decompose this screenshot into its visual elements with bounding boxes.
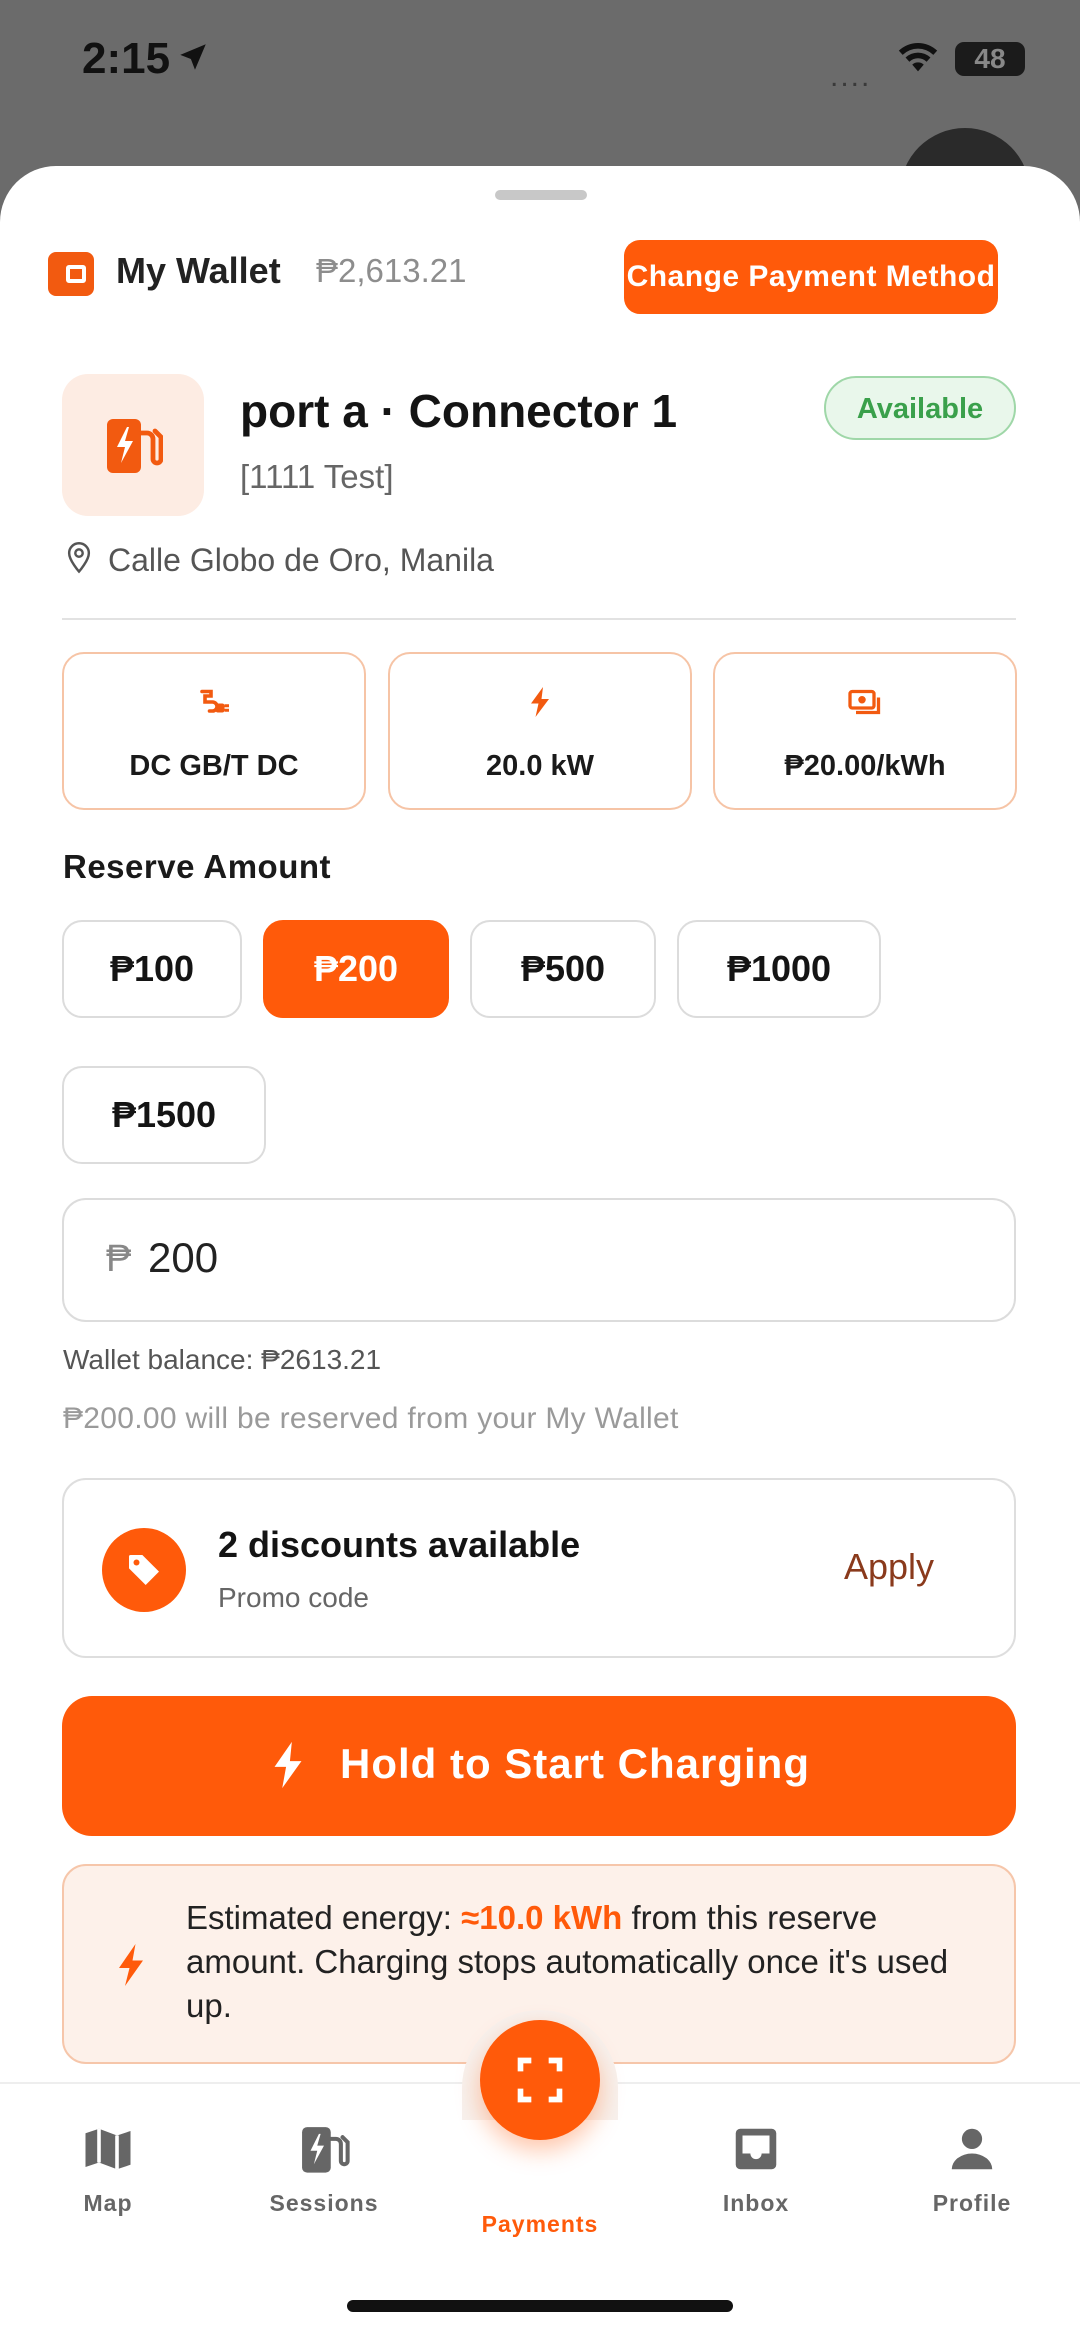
reserve-amount-value: 200 [148, 1234, 219, 1281]
amount-option-200[interactable]: ₱200 [263, 920, 449, 1018]
promo-title: 2 discounts available [218, 1524, 581, 1565]
battery-indicator: 48 [955, 42, 1025, 76]
promo-subtitle: Promo code [218, 1582, 369, 1613]
plug-icon [200, 689, 229, 713]
price-value: ₱20.00/kWh [784, 750, 946, 782]
wallet-balance: ₱2,613.21 [316, 252, 467, 289]
tab-profile[interactable]: Profile [897, 2122, 1047, 2217]
tag-icon [102, 1528, 186, 1612]
sheet-grabber[interactable] [495, 190, 587, 200]
amount-option-1500[interactable]: ₱1500 [62, 1066, 266, 1164]
bolt-icon [274, 1741, 302, 1789]
tab-sessions-label: Sessions [269, 2190, 379, 2216]
person-icon [951, 2128, 993, 2170]
wallet-balance-note: Wallet balance: ₱2613.21 [63, 1344, 382, 1375]
divider [62, 618, 1016, 620]
energy-estimate-prefix: Estimated energy: [186, 1899, 462, 1936]
power-value: 20.0 kW [486, 750, 594, 782]
tab-payments[interactable]: Payments [465, 2197, 615, 2238]
energy-estimate-text: Estimated energy: ≈10.0 kWh from this re… [186, 1896, 976, 2028]
map-icon [85, 2128, 131, 2170]
scan-icon [517, 2057, 563, 2103]
location-pin-icon [67, 542, 91, 574]
amount-option-500[interactable]: ₱500 [470, 920, 656, 1018]
amount-option-1000[interactable]: ₱1000 [677, 920, 881, 1018]
cellular-signal-icon: .... [830, 60, 872, 93]
wallet-icon [48, 252, 94, 296]
amount-option-100[interactable]: ₱100 [62, 920, 242, 1018]
cash-icon [848, 689, 881, 715]
scan-button[interactable] [480, 2020, 600, 2140]
promo-card[interactable]: 2 discounts available Promo code Apply [62, 1478, 1016, 1658]
charging-station-icon [62, 374, 204, 516]
tab-inbox[interactable]: Inbox [681, 2122, 831, 2217]
tab-payments-label: Payments [481, 2211, 599, 2237]
start-charging-label: Hold to Start Charging [340, 1740, 810, 1787]
energy-estimate-value: ≈10.0 kWh [461, 1899, 623, 1936]
tab-sessions[interactable]: Sessions [249, 2122, 399, 2217]
status-bar: 2:15 .... 48 [0, 0, 1080, 150]
power-card: 20.0 kW [388, 652, 692, 810]
reserve-amount-label: Reserve Amount [63, 848, 332, 885]
tab-map[interactable]: Map [33, 2122, 183, 2217]
reserve-note: ₱200.00 will be reserved from your My Wa… [63, 1402, 679, 1435]
bolt-icon [119, 1944, 143, 1986]
change-payment-method-button[interactable]: Change Payment Method [624, 240, 998, 314]
tab-map-label: Map [83, 2190, 133, 2216]
station-name: [1111 Test] [240, 458, 394, 495]
wallet-title: My Wallet [116, 250, 281, 291]
connector-type-card: DC GB/T DC [62, 652, 366, 810]
home-indicator [347, 2300, 733, 2312]
currency-symbol: ₱ [106, 1238, 132, 1280]
tab-inbox-label: Inbox [722, 2190, 790, 2216]
hold-to-start-charging-button[interactable]: Hold to Start Charging [62, 1696, 1016, 1836]
wifi-icon [898, 42, 938, 72]
availability-badge: Available [824, 376, 1016, 440]
location-arrow-icon [180, 44, 206, 70]
apply-promo-button[interactable]: Apply [844, 1546, 934, 1588]
connector-type-value: DC GB/T DC [129, 750, 299, 782]
connector-title: port a · Connector 1 [240, 385, 678, 437]
station-address: Calle Globo de Oro, Manila [108, 542, 494, 578]
wallet-row: My Wallet ₱2,613.21 Change Payment Metho… [48, 240, 1038, 318]
tab-profile-label: Profile [932, 2190, 1012, 2216]
status-time: 2:15 [82, 34, 171, 83]
reserve-amount-input[interactable]: ₱ 200 [62, 1198, 1016, 1322]
price-card: ₱20.00/kWh [713, 652, 1017, 810]
bolt-icon [531, 687, 549, 717]
charging-station-icon [302, 2127, 350, 2173]
inbox-icon [735, 2128, 777, 2170]
